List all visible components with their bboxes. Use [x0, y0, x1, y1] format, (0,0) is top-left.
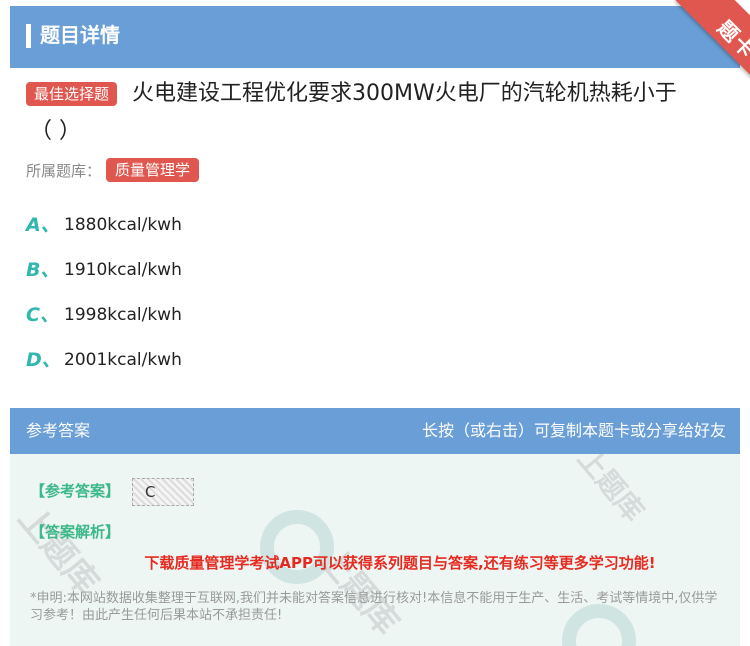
option-letter: B、 [26, 259, 60, 281]
reference-answer-label: 【参考答案】 [30, 482, 121, 500]
library-label: 所属题库： [26, 162, 102, 180]
option-text: 1880kcal/kwh [64, 215, 182, 235]
option-text: 1998kcal/kwh [64, 305, 182, 325]
reference-answer-value[interactable]: C [132, 478, 194, 506]
option-letter: D、 [26, 349, 61, 371]
option-letter: C、 [26, 304, 59, 326]
corner-ribbon: 题卡 [630, 0, 750, 88]
answer-bar-title: 参考答案 [26, 421, 91, 440]
download-app-link[interactable]: 下载质量管理学考试APP可以获得系列题目与答案,还有练习等更多学习功能! [0, 552, 750, 574]
option-text: 2001kcal/kwh [64, 350, 182, 370]
answer-bar: 参考答案 长按（或右击）可复制本题卡或分享给好友 [10, 408, 740, 454]
watermark: 上题库 [571, 454, 651, 528]
question-blank: （ ） [30, 119, 81, 144]
header-accent [26, 24, 31, 48]
option-text: 1910kcal/kwh [64, 260, 182, 280]
watermark: 上题库 [10, 498, 107, 603]
answer-analysis-label: 【答案解析】 [30, 523, 121, 541]
library-badge[interactable]: 质量管理学 [106, 158, 200, 182]
copy-share-hint[interactable]: 长按（或右击）可复制本题卡或分享给好友 [422, 420, 726, 442]
question-text: 火电建设工程优化要求300MW火电厂的汽轮机热耗小于 [132, 81, 677, 106]
disclaimer-text: *申明:本网站数据收集整理于互联网,我们并未能对答案信息进行核对!本信息不能用于… [30, 591, 718, 623]
question-type-badge: 最佳选择题 [26, 82, 118, 106]
option-letter: A、 [26, 214, 60, 236]
page-title: 题目详情 [40, 23, 120, 47]
